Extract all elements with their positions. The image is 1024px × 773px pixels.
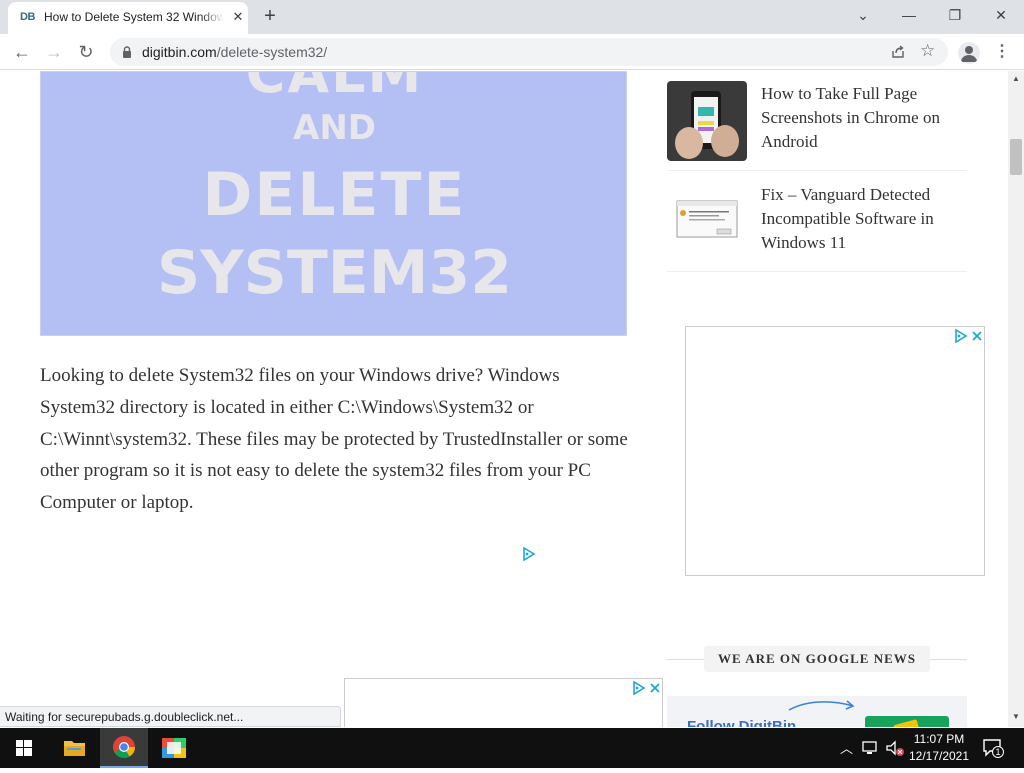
page-viewport: CALM AND DELETE SYSTEM32 Looking to dele… bbox=[0, 71, 1008, 727]
hero-line-calm: CALM bbox=[245, 71, 424, 105]
digitbin-favicon-icon: DB bbox=[20, 11, 35, 23]
hero-line-delete: DELETE bbox=[202, 160, 467, 230]
dialog-screenshot-image[interactable] bbox=[667, 182, 747, 262]
windows-taskbar: ︿ 11:07 PM 12/17/2021 1 bbox=[0, 728, 1024, 768]
tab-active[interactable]: DB How to Delete System 32 Windows ✕ bbox=[8, 2, 248, 34]
file-explorer-taskbar-button[interactable] bbox=[50, 728, 98, 768]
google-news-badge-icon[interactable] bbox=[865, 716, 949, 727]
share-icon[interactable] bbox=[890, 44, 906, 60]
chrome-taskbar-button[interactable] bbox=[100, 728, 148, 768]
related-post-link[interactable]: Fix – Vanguard Detected Incompatible Sof… bbox=[761, 183, 961, 255]
minimize-button[interactable]: — bbox=[886, 0, 932, 30]
folder-icon bbox=[64, 741, 85, 756]
kebab-menu-icon[interactable]: ⋮ bbox=[994, 41, 1010, 61]
notification-count-badge: 1 bbox=[992, 746, 1004, 758]
ad-close-icon[interactable] bbox=[649, 681, 661, 695]
scroll-thumb[interactable] bbox=[1010, 139, 1022, 175]
related-post-item[interactable]: Fix – Vanguard Detected Incompatible Sof… bbox=[667, 172, 967, 272]
profile-avatar-icon[interactable] bbox=[958, 42, 980, 64]
close-window-button[interactable]: ✕ bbox=[978, 0, 1024, 30]
browser-toolbar: ← → ↻ digitbin.com/delete-system32/ ☆ ⋮ bbox=[0, 34, 1024, 70]
hero-line-and: AND bbox=[293, 108, 376, 148]
article-intro-paragraph: Looking to delete System32 files on your… bbox=[40, 365, 628, 514]
url-text[interactable]: digitbin.com/delete-system32/ bbox=[142, 44, 327, 60]
related-post-link[interactable]: How to Take Full Page Screenshots in Chr… bbox=[761, 82, 961, 154]
windows-start-button[interactable] bbox=[0, 728, 48, 768]
google-news-section: WE ARE ON GOOGLE NEWS bbox=[667, 646, 967, 672]
hero-line-system32: SYSTEM32 bbox=[157, 238, 512, 308]
arrow-icon bbox=[788, 700, 855, 711]
hero-image: CALM AND DELETE SYSTEM32 bbox=[40, 71, 627, 336]
phone-hands-image[interactable] bbox=[667, 81, 747, 161]
office-app-icon bbox=[162, 738, 186, 758]
address-bar[interactable]: digitbin.com/delete-system32/ ☆ bbox=[110, 38, 948, 66]
loading-status-bubble: Waiting for securepubads.g.doubleclick.n… bbox=[0, 706, 341, 727]
url-domain: digitbin.com bbox=[142, 44, 217, 60]
maximize-button[interactable]: ❐ bbox=[932, 0, 978, 30]
chrome-icon bbox=[113, 736, 135, 758]
scroll-up-icon[interactable]: ▲ bbox=[1012, 74, 1020, 83]
bookmark-star-icon[interactable]: ☆ bbox=[920, 41, 935, 61]
adchoices-icon[interactable] bbox=[632, 681, 646, 695]
tab-search-button[interactable]: ⌄ bbox=[840, 0, 886, 30]
related-post-item[interactable]: How to Take Full Page Screenshots in Chr… bbox=[667, 71, 967, 171]
clock-time: 11:07 PM bbox=[913, 732, 965, 746]
office-taskbar-button[interactable] bbox=[150, 728, 198, 768]
reload-button[interactable]: ↻ bbox=[73, 39, 99, 65]
url-path: /delete-system32/ bbox=[216, 44, 328, 60]
inline-ad-frame[interactable] bbox=[344, 678, 663, 727]
scroll-down-icon[interactable]: ▼ bbox=[1012, 712, 1020, 721]
section-heading: WE ARE ON GOOGLE NEWS bbox=[704, 646, 930, 672]
tab-title: How to Delete System 32 Windows bbox=[44, 10, 224, 24]
windows-logo-icon bbox=[16, 740, 32, 756]
forward-button[interactable]: → bbox=[41, 39, 67, 65]
network-icon[interactable] bbox=[861, 738, 879, 758]
new-tab-button[interactable]: + bbox=[258, 5, 282, 29]
taskbar-clock[interactable]: 11:07 PM 12/17/2021 bbox=[900, 731, 978, 765]
follow-text: Follow DigitBin bbox=[687, 718, 797, 727]
notification-center-icon[interactable]: 1 bbox=[982, 738, 1008, 760]
sidebar-ad-frame[interactable] bbox=[685, 326, 985, 576]
back-button[interactable]: ← bbox=[9, 39, 35, 65]
adchoices-icon[interactable] bbox=[954, 329, 968, 343]
follow-digitbin-banner[interactable]: Follow DigitBin bbox=[667, 696, 967, 727]
clock-date: 12/17/2021 bbox=[908, 749, 970, 763]
ad-close-icon[interactable] bbox=[971, 329, 983, 343]
tab-close-icon[interactable]: ✕ bbox=[230, 9, 246, 25]
adchoices-icon[interactable] bbox=[522, 547, 536, 561]
tab-strip: DB How to Delete System 32 Windows ✕ + ⌄… bbox=[0, 0, 1024, 34]
tray-overflow-chevron-icon[interactable]: ︿ bbox=[840, 738, 853, 758]
lock-icon[interactable] bbox=[120, 45, 134, 59]
page-scrollbar[interactable]: ▲ ▼ bbox=[1008, 71, 1024, 727]
